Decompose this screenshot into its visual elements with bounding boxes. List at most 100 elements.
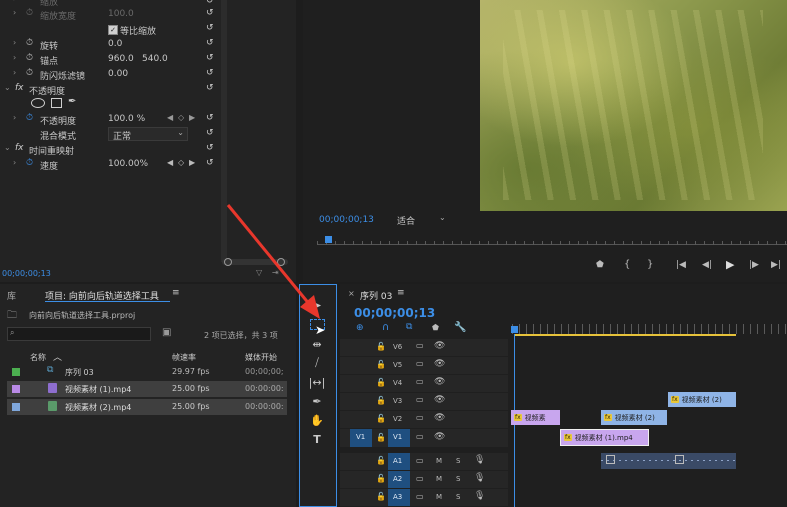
- reset-icon[interactable]: ↺: [206, 158, 214, 168]
- lock-icon[interactable]: 🔓: [376, 474, 386, 483]
- prev-keyframe-icon[interactable]: ◀: [167, 158, 173, 167]
- rectangle-mask-icon[interactable]: [51, 98, 62, 108]
- scale-width-value[interactable]: 100.0: [108, 9, 134, 19]
- stopwatch-icon[interactable]: ⏱: [26, 158, 33, 168]
- step-forward-icon[interactable]: |▶: [749, 260, 759, 270]
- audio-clip[interactable]: [601, 453, 736, 469]
- type-tool-icon[interactable]: T: [305, 431, 329, 447]
- eye-icon[interactable]: 👁: [434, 395, 445, 405]
- add-keyframe-icon[interactable]: ◇: [178, 158, 184, 167]
- stopwatch-icon[interactable]: ⏱: [26, 8, 33, 18]
- reset-icon[interactable]: ↺: [206, 8, 214, 18]
- video-clip[interactable]: fx 视频素: [511, 410, 560, 425]
- linked-selection-icon[interactable]: ⧉: [406, 322, 412, 332]
- expand-chevron-icon[interactable]: ›: [13, 113, 16, 122]
- lock-icon[interactable]: 🔓: [376, 342, 386, 351]
- source-patch-v1[interactable]: V1: [350, 429, 372, 447]
- sync-lock-icon[interactable]: ▭: [416, 474, 424, 483]
- eye-icon[interactable]: 👁: [434, 341, 445, 351]
- label-color-swatch[interactable]: [12, 385, 20, 393]
- expand-chevron-icon[interactable]: ›: [13, 53, 16, 62]
- lock-icon[interactable]: 🔓: [376, 378, 386, 387]
- eye-icon[interactable]: 👁: [434, 432, 445, 442]
- close-tab-icon[interactable]: ×: [348, 289, 355, 298]
- solo-button[interactable]: S: [456, 475, 460, 483]
- track-target-a1[interactable]: A1: [388, 453, 410, 470]
- stopwatch-icon[interactable]: ⏱: [26, 53, 33, 63]
- mute-button[interactable]: M: [436, 493, 442, 501]
- col-header-media-start[interactable]: 媒体开始: [245, 352, 277, 363]
- sync-lock-icon[interactable]: ▭: [416, 456, 424, 465]
- reset-icon[interactable]: ↺: [206, 83, 214, 93]
- reset-icon[interactable]: ↺: [206, 0, 214, 6]
- solo-button[interactable]: S: [456, 493, 460, 501]
- sort-ascending-icon[interactable]: ︿: [53, 350, 62, 363]
- uniform-scale-checkbox[interactable]: ✓: [108, 25, 118, 35]
- program-scrubber[interactable]: [317, 236, 787, 247]
- tab-sequence[interactable]: 序列 03: [360, 289, 392, 302]
- track-label[interactable]: V6: [393, 343, 402, 351]
- sync-lock-icon[interactable]: ▭: [416, 432, 424, 441]
- lock-icon[interactable]: 🔓: [376, 492, 386, 501]
- eye-icon[interactable]: 👁: [434, 359, 445, 369]
- timeline-ruler[interactable]: [512, 324, 787, 334]
- expand-chevron-icon[interactable]: ›: [13, 68, 16, 77]
- effect-controls-timecode[interactable]: 00;00;00;13: [2, 269, 51, 278]
- microphone-icon[interactable]: 🎙: [474, 491, 485, 501]
- project-item-row[interactable]: 视频素材 (2).mp4 25.00 fps 00:00:00:: [7, 399, 287, 415]
- track-target-a2[interactable]: A2: [388, 471, 410, 488]
- mark-in-icon[interactable]: {: [624, 259, 630, 270]
- sync-lock-icon[interactable]: ▭: [416, 413, 424, 422]
- collapse-chevron-icon[interactable]: ⌄: [4, 83, 11, 92]
- stopwatch-icon[interactable]: ⏱: [26, 113, 33, 123]
- go-to-out-icon[interactable]: ▶|: [771, 260, 781, 270]
- microphone-icon[interactable]: 🎙: [474, 455, 485, 465]
- project-item-row[interactable]: ⧉ 序列 03 29.97 fps 00;00;00;: [7, 364, 287, 380]
- sync-lock-icon[interactable]: ▭: [416, 341, 424, 350]
- hand-tool-icon[interactable]: ✋: [305, 412, 329, 428]
- panel-menu-icon[interactable]: ≡: [397, 288, 405, 298]
- play-icon[interactable]: ▶: [726, 258, 734, 271]
- expand-chevron-icon[interactable]: ›: [13, 8, 16, 17]
- ripple-edit-tool-icon[interactable]: ⇹: [305, 336, 329, 352]
- work-area-bar[interactable]: [514, 334, 736, 336]
- razor-tool-icon[interactable]: ⧸: [305, 355, 329, 371]
- mute-button[interactable]: M: [436, 457, 442, 465]
- lock-icon[interactable]: 🔓: [376, 360, 386, 369]
- slip-tool-icon[interactable]: |↔|: [305, 374, 329, 390]
- label-color-swatch[interactable]: [12, 403, 20, 411]
- next-keyframe-icon[interactable]: ▶: [189, 113, 195, 122]
- anti-flicker-value[interactable]: 0.00: [108, 69, 128, 79]
- expand-chevron-icon[interactable]: ›: [13, 158, 16, 167]
- reset-icon[interactable]: ↺: [206, 128, 214, 138]
- col-header-framerate[interactable]: 帧速率: [172, 352, 196, 363]
- stopwatch-icon[interactable]: ⏱: [26, 68, 33, 78]
- go-to-in-icon[interactable]: |◀: [676, 260, 686, 270]
- reset-icon[interactable]: ↺: [206, 68, 214, 78]
- search-input[interactable]: ⌕: [7, 327, 151, 341]
- pen-tool-icon[interactable]: ✒: [305, 393, 329, 409]
- lock-icon[interactable]: 🔓: [376, 396, 386, 405]
- opacity-value[interactable]: 100.0 %: [108, 114, 145, 124]
- reset-icon[interactable]: ↺: [206, 38, 214, 48]
- panel-menu-icon[interactable]: ≡: [172, 288, 180, 298]
- track-label[interactable]: V3: [393, 397, 402, 405]
- ellipse-mask-icon[interactable]: [31, 98, 45, 108]
- blend-mode-dropdown[interactable]: 正常 ⌄: [108, 127, 188, 142]
- eye-icon[interactable]: 👁: [434, 413, 445, 423]
- rotation-value[interactable]: 0.0: [108, 39, 122, 49]
- expand-chevron-icon[interactable]: ›: [13, 0, 16, 3]
- track-label[interactable]: V4: [393, 379, 402, 387]
- track-target-a3[interactable]: A3: [388, 489, 410, 506]
- sync-lock-icon[interactable]: ▭: [416, 377, 424, 386]
- lock-icon[interactable]: 🔓: [376, 433, 386, 442]
- sync-lock-icon[interactable]: ▭: [416, 492, 424, 501]
- tab-library[interactable]: 库: [7, 289, 16, 302]
- fx-icon[interactable]: fx: [15, 143, 24, 153]
- video-clip[interactable]: fx 视频素材 (2): [668, 392, 736, 407]
- speed-value[interactable]: 100.00%: [108, 159, 148, 169]
- timeline-timecode[interactable]: 00;00;00;13: [354, 306, 435, 320]
- add-keyframe-icon[interactable]: ◇: [178, 113, 184, 122]
- reset-icon[interactable]: ↺: [206, 23, 214, 33]
- anchor-y-value[interactable]: 540.0: [142, 54, 168, 64]
